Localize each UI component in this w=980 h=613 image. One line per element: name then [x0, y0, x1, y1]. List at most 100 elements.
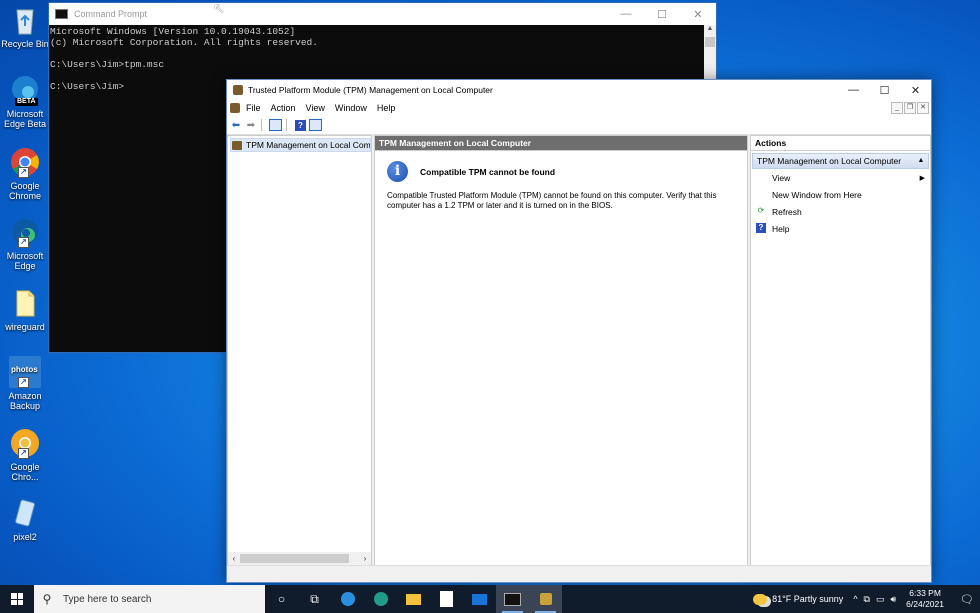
cmd-line: Microsoft Windows [Version 10.0.19043.10…	[50, 26, 296, 37]
show-hide-action-pane-icon[interactable]	[309, 119, 322, 131]
desktop-icon-pixel2[interactable]: pixel2	[0, 497, 50, 542]
close-icon[interactable]: ✕	[680, 8, 716, 21]
pixel2-icon	[9, 497, 41, 529]
cmd-titlebar[interactable]: Command Prompt — ☐ ✕	[49, 3, 716, 25]
notification-icon[interactable]: 🗨︎	[954, 593, 980, 606]
recycle-bin-icon	[9, 4, 41, 36]
store-icon[interactable]	[430, 585, 463, 613]
menu-window[interactable]: Window	[335, 103, 367, 113]
tpm-titlebar[interactable]: Trusted Platform Module (TPM) Management…	[227, 80, 931, 100]
scroll-thumb[interactable]	[240, 554, 349, 563]
show-hide-console-tree-icon[interactable]	[269, 119, 282, 131]
scroll-left-icon[interactable]: ‹	[228, 554, 240, 563]
weather-widget[interactable]: 81°F Partly sunny	[753, 593, 844, 605]
cmd-line: (c) Microsoft Corporation. All rights re…	[50, 37, 318, 48]
taskbar-search[interactable]: ⚲ Type here to search	[34, 585, 265, 613]
file-explorer-icon[interactable]	[397, 585, 430, 613]
shortcut-arrow-icon: ↗	[18, 448, 29, 459]
menu-action[interactable]: Action	[271, 103, 296, 113]
cmd-line: C:\Users\Jim>	[50, 81, 125, 92]
cmd-line: C:\Users\Jim>tpm.msc	[50, 59, 165, 70]
search-placeholder: Type here to search	[63, 593, 152, 605]
info-icon: i	[387, 161, 408, 182]
collapse-icon[interactable]: ▲	[914, 154, 928, 168]
photos-badge: photos	[11, 365, 38, 374]
action-help[interactable]: ? Help	[751, 220, 930, 237]
action-new-window[interactable]: New Window from Here	[751, 186, 930, 203]
actions-section[interactable]: TPM Management on Local Computer ▲	[752, 153, 929, 169]
mdi-close-icon[interactable]: ✕	[917, 102, 929, 114]
desktop-icon-edge-beta[interactable]: BETA Microsoft Edge Beta	[0, 74, 50, 129]
windows-logo-icon	[11, 593, 23, 605]
weather-text: 81°F Partly sunny	[772, 594, 844, 604]
scroll-right-icon[interactable]: ›	[359, 554, 371, 563]
desktop-icon-wireguard[interactable]: wireguard	[0, 287, 50, 332]
volume-icon[interactable]: 🔊︎	[891, 594, 897, 605]
tree-hscrollbar[interactable]: ‹ ›	[228, 552, 371, 565]
desktop: Recycle Bin BETA Microsoft Edge Beta ↗ G…	[0, 0, 980, 585]
maximize-icon[interactable]: ☐	[869, 84, 900, 97]
action-label: Help	[772, 223, 790, 234]
desktop-icon-label: Amazon Backup	[8, 391, 42, 411]
desktop-icon-amazon-backup[interactable]: photos ↗ Amazon Backup	[0, 356, 50, 411]
result-pane: TPM Management on Local Computer i Compa…	[374, 135, 748, 566]
toolbar-separator	[286, 119, 287, 131]
mdi-minimize-icon[interactable]: _	[891, 102, 903, 114]
console-tree[interactable]: TPM Management on Local Comp ‹ ›	[227, 135, 372, 566]
mdi-controls: _ ❐ ✕	[890, 102, 929, 114]
back-arrow-icon[interactable]: ⬅	[230, 120, 242, 131]
tray-app-icon[interactable]: ⧉	[864, 594, 870, 605]
amazon-photos-icon: photos ↗	[9, 356, 41, 388]
action-label: New Window from Here	[772, 189, 862, 200]
mail-icon[interactable]	[463, 585, 496, 613]
forward-arrow-icon[interactable]: ➡	[245, 120, 257, 131]
desktop-icon-chrome[interactable]: ↗ Google Chrome	[0, 146, 50, 201]
maximize-icon[interactable]: ☐	[644, 8, 680, 21]
edge-beta-taskbar-icon[interactable]	[364, 585, 397, 613]
desktop-icon-chrome-canary[interactable]: ↗ Google Chro...	[0, 427, 50, 482]
desktop-icon-label: Recycle Bin	[1, 39, 49, 49]
menu-file[interactable]: File	[246, 103, 261, 113]
clock-date: 6/24/2021	[906, 599, 944, 609]
task-view-icon[interactable]: ⧉	[298, 585, 331, 613]
cmd-taskbar-icon[interactable]	[496, 585, 529, 613]
desktop-icon-recycle-bin[interactable]: Recycle Bin	[0, 4, 50, 49]
start-button[interactable]	[0, 585, 34, 613]
edge-taskbar-icon[interactable]	[331, 585, 364, 613]
menu-view[interactable]: View	[306, 103, 325, 113]
scroll-up-icon[interactable]: ▲	[704, 25, 716, 37]
tree-node-tpm[interactable]: TPM Management on Local Comp	[230, 138, 371, 152]
tree-node-label: TPM Management on Local Comp	[246, 140, 371, 150]
action-view[interactable]: View ▶	[751, 169, 930, 186]
clock[interactable]: 6:33 PM 6/24/2021	[906, 588, 944, 610]
help-icon[interactable]: ?	[295, 119, 306, 131]
taskbar: ⚲ Type here to search ○ ⧉ 81°F Partly su…	[0, 585, 980, 613]
menu-help[interactable]: Help	[377, 103, 396, 113]
status-bar	[227, 565, 931, 582]
desktop-icon-label: Microsoft Edge Beta	[3, 109, 47, 129]
toolbar-separator	[261, 119, 262, 131]
search-icon: ⚲	[42, 592, 52, 606]
tpm-app-icon	[233, 85, 243, 95]
minimize-icon[interactable]: —	[608, 8, 644, 20]
network-icon[interactable]: ▭	[876, 594, 885, 605]
folder-icon	[9, 287, 41, 319]
desktop-icon-label: Microsoft Edge	[6, 251, 44, 271]
edge-icon: ↗	[9, 216, 41, 248]
chevron-up-icon[interactable]: ^	[853, 594, 857, 604]
tpm-window[interactable]: Trusted Platform Module (TPM) Management…	[226, 79, 932, 583]
close-icon[interactable]: ✕	[900, 84, 931, 97]
minimize-icon[interactable]: —	[838, 84, 869, 96]
mdi-restore-icon[interactable]: ❐	[904, 102, 916, 114]
tpm-taskbar-icon[interactable]	[529, 585, 562, 613]
mmc-document-icon[interactable]	[230, 103, 240, 113]
clock-time: 6:33 PM	[909, 588, 941, 598]
toolbar: ⬅ ➡ ?	[227, 116, 931, 135]
shortcut-arrow-icon: ↗	[18, 377, 29, 388]
scroll-thumb[interactable]	[705, 37, 715, 47]
cortana-icon[interactable]: ○	[265, 585, 298, 613]
desktop-icon-edge[interactable]: ↗ Microsoft Edge	[0, 216, 50, 271]
action-refresh[interactable]: ⟳ Refresh	[751, 203, 930, 220]
actions-header: Actions	[751, 136, 930, 151]
system-tray: 81°F Partly sunny ^ ⧉ ▭ 🔊︎ 6:33 PM 6/24/…	[753, 588, 980, 610]
